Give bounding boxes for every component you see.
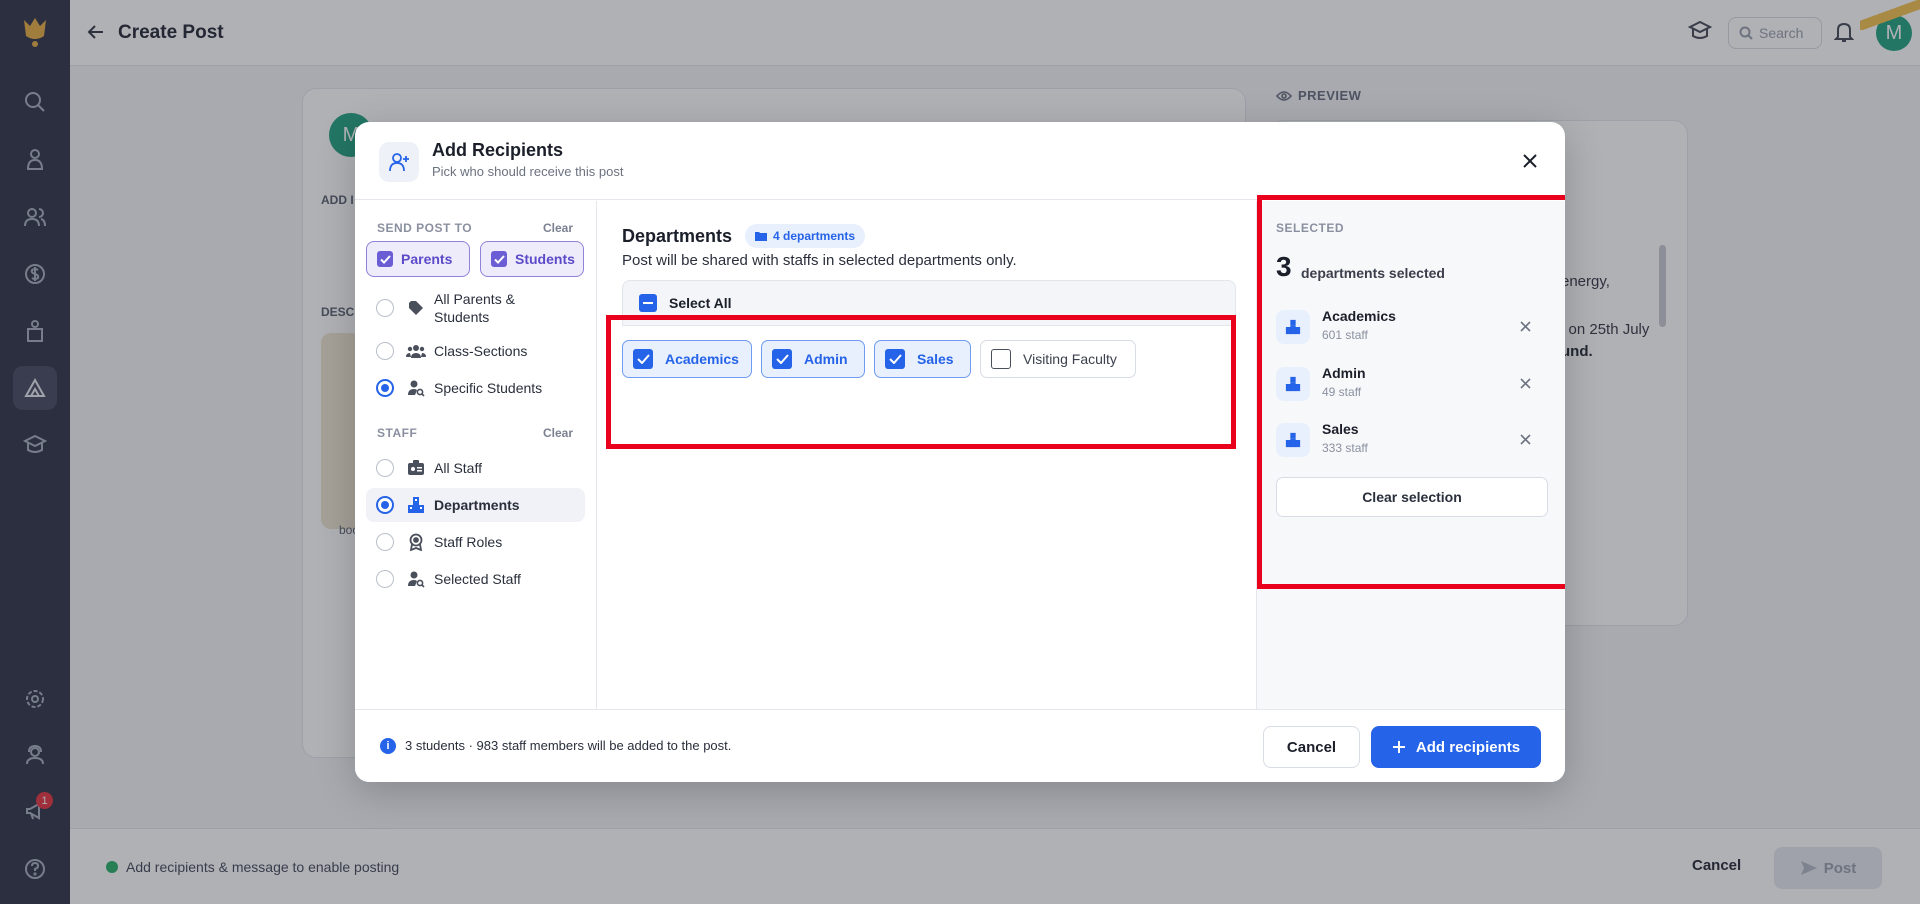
checkbox-checked-icon bbox=[377, 251, 393, 267]
recipient-type-nav: SEND POST TO Clear Parents Students All … bbox=[355, 201, 597, 709]
plus-icon bbox=[1392, 741, 1405, 753]
checkbox-checked-icon bbox=[772, 349, 792, 369]
checkbox-checked-icon bbox=[633, 349, 653, 369]
departments-count-text: 4 departments bbox=[773, 229, 856, 243]
add-recipients-button[interactable]: Add recipients bbox=[1371, 726, 1541, 768]
staff-heading: STAFF bbox=[377, 426, 418, 440]
highlight-box-departments bbox=[606, 315, 1236, 449]
checkbox-checked-icon bbox=[885, 349, 905, 369]
info-icon: i bbox=[380, 738, 396, 754]
checkbox-checked-icon bbox=[491, 251, 507, 267]
option-label: All Staff bbox=[434, 460, 482, 476]
department-chip-sales[interactable]: Sales bbox=[874, 340, 971, 378]
option-label: Departments bbox=[434, 497, 520, 513]
send-post-to-heading: SEND POST TO bbox=[377, 221, 473, 235]
department-chip-label: Sales bbox=[917, 351, 954, 367]
department-chip-admin[interactable]: Admin bbox=[761, 340, 865, 378]
option-label: All Parents & Students bbox=[434, 291, 515, 325]
checkbox-empty-icon bbox=[991, 349, 1011, 369]
send-post-to-clear[interactable]: Clear bbox=[543, 221, 573, 235]
modal-header: Add Recipients Pick who should receive t… bbox=[355, 122, 1565, 200]
toggle-parents-label: Parents bbox=[401, 251, 453, 267]
option-all-staff[interactable]: All Staff bbox=[366, 451, 585, 485]
option-all-parents-students[interactable]: All Parents & Students bbox=[366, 287, 585, 329]
modal-title: Add Recipients bbox=[432, 140, 564, 160]
building-icon bbox=[406, 495, 426, 515]
add-recipients-label: Add recipients bbox=[1415, 738, 1521, 756]
toggle-parents[interactable]: Parents bbox=[366, 241, 470, 277]
departments-panel: Departments 4 departments Post will be s… bbox=[598, 201, 1262, 709]
department-chip-label: Admin bbox=[804, 351, 848, 367]
option-class-sections[interactable]: Class-Sections bbox=[366, 334, 585, 368]
user-search-icon bbox=[406, 378, 426, 398]
tag-icon bbox=[406, 298, 426, 318]
folder-icon bbox=[755, 232, 767, 241]
id-badge-icon bbox=[406, 458, 426, 478]
departments-count-badge: 4 departments bbox=[745, 224, 866, 248]
add-user-icon bbox=[379, 142, 419, 182]
recipient-summary: 3 students · 983 staff members will be a… bbox=[405, 738, 732, 753]
departments-title: Departments bbox=[622, 226, 733, 246]
staff-clear[interactable]: Clear bbox=[543, 426, 573, 440]
department-chip-label: Academics bbox=[665, 351, 739, 367]
highlight-box-selected bbox=[1257, 195, 1565, 589]
toggle-students[interactable]: Students bbox=[480, 241, 584, 277]
close-icon[interactable] bbox=[1519, 150, 1541, 172]
cancel-button[interactable]: Cancel bbox=[1263, 726, 1360, 768]
radio-button[interactable] bbox=[376, 570, 394, 588]
option-label: Class-Sections bbox=[434, 343, 528, 359]
option-staff-roles[interactable]: Staff Roles bbox=[366, 525, 585, 559]
option-label: Specific Students bbox=[434, 380, 543, 396]
checkbox-indeterminate-icon[interactable] bbox=[639, 294, 657, 312]
option-label: Staff Roles bbox=[434, 534, 503, 550]
departments-subtitle: Post will be shared with staffs in selec… bbox=[622, 252, 1017, 269]
radio-button[interactable] bbox=[376, 299, 394, 317]
department-chip-label: Visiting Faculty bbox=[1023, 351, 1117, 367]
radio-button[interactable] bbox=[376, 459, 394, 477]
modal-subtitle: Pick who should receive this post bbox=[432, 164, 624, 179]
radio-button-selected[interactable] bbox=[376, 379, 394, 397]
radio-button[interactable] bbox=[376, 533, 394, 551]
modal-footer: i 3 students · 983 staff members will be… bbox=[355, 709, 1565, 782]
option-label: Selected Staff bbox=[434, 571, 521, 587]
option-departments[interactable]: Departments bbox=[366, 488, 585, 522]
option-selected-staff[interactable]: Selected Staff bbox=[366, 562, 585, 596]
add-recipients-modal: Add Recipients Pick who should receive t… bbox=[355, 122, 1565, 782]
select-all-label: Select All bbox=[669, 295, 732, 311]
radio-button-selected[interactable] bbox=[376, 496, 394, 514]
user-search-icon bbox=[406, 569, 426, 589]
department-chip-visiting-faculty[interactable]: Visiting Faculty bbox=[980, 340, 1136, 378]
radio-button[interactable] bbox=[376, 342, 394, 360]
award-icon bbox=[406, 532, 426, 552]
department-chip-academics[interactable]: Academics bbox=[622, 340, 752, 378]
selected-summary-panel: SELECTED 3 departments selected Academic… bbox=[1256, 195, 1565, 709]
toggle-students-label: Students bbox=[515, 251, 575, 267]
users-group-icon bbox=[406, 341, 426, 361]
option-specific-students[interactable]: Specific Students bbox=[366, 371, 585, 405]
